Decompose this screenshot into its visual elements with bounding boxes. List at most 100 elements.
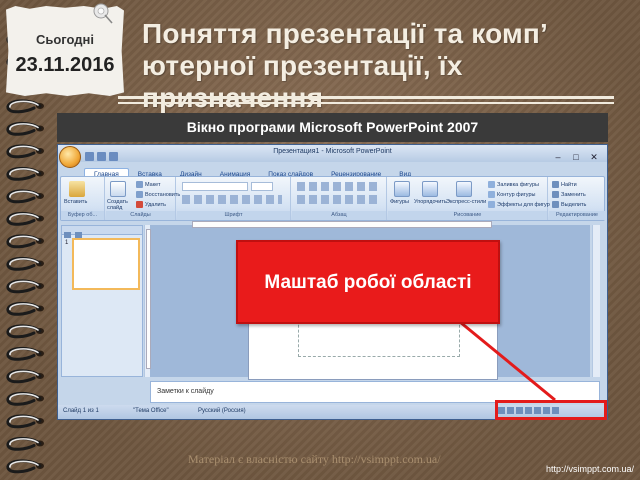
- reset-icon: [136, 191, 143, 198]
- paste-icon: [69, 181, 85, 197]
- font-format-buttons[interactable]: [182, 195, 282, 204]
- binding-ring: [6, 347, 44, 361]
- select-icon: [552, 201, 559, 208]
- thumbnail-number: 1: [65, 240, 69, 246]
- status-theme: "Тема Office": [133, 408, 169, 414]
- binding-ring: [6, 437, 44, 451]
- shapes-icon: [394, 181, 410, 197]
- shape-effects-label: Эффекты для фигур: [497, 201, 550, 208]
- font-name-combo[interactable]: [182, 182, 248, 191]
- select-label: Выделить: [561, 201, 587, 208]
- shape-fill-button[interactable]: Заливка фигуры: [488, 181, 539, 188]
- slides-tab-icon[interactable]: [64, 232, 71, 238]
- status-language: Русский (Россия): [198, 408, 246, 414]
- binding-ring: [6, 302, 44, 316]
- find-button[interactable]: Найти: [552, 181, 577, 188]
- binding-ring: [6, 459, 44, 474]
- binding-ring: [6, 99, 44, 114]
- ribbon-group-drawing: Фигуры Упорядочить Экспресс-стили Заливк…: [388, 177, 550, 220]
- horizontal-ruler: [192, 221, 492, 228]
- title-underline: [118, 96, 614, 99]
- group-label: Шрифт: [177, 211, 290, 220]
- footer-url[interactable]: http://vsimppt.com.ua/: [546, 464, 634, 474]
- ribbon-group-font: Шрифт: [177, 177, 291, 220]
- title-line-2: ютерної презентації, їх: [142, 50, 463, 81]
- replace-button[interactable]: Заменить: [552, 191, 586, 198]
- paragraph-buttons-row1[interactable]: [297, 182, 381, 191]
- work-area-scrollbar[interactable]: [592, 225, 600, 377]
- slide-title: Поняття презентації та комп’ ютерної пре…: [142, 18, 612, 114]
- reset-button[interactable]: Восстановить: [136, 191, 180, 198]
- shape-outline-button[interactable]: Контур фигуры: [488, 191, 535, 198]
- quick-styles-icon: [456, 181, 472, 197]
- group-label: Редактирование: [549, 211, 605, 220]
- ribbon-group-clipboard: Вставить Буфер об...: [61, 177, 105, 220]
- shape-fill-label: Заливка фигуры: [497, 181, 540, 188]
- date-label: Сьогодні: [35, 32, 95, 47]
- status-slide-count: Слайд 1 из 1: [63, 408, 99, 414]
- callout-text: Маштаб робої області: [264, 272, 472, 293]
- quick-styles-button[interactable]: Экспресс-стили: [446, 199, 486, 205]
- group-label: Буфер об...: [61, 211, 104, 220]
- group-label: Рисование: [388, 211, 547, 220]
- caption-bar: Вікно програми Microsoft PowerPoint 2007: [57, 113, 608, 142]
- thumbnail-pane-tabs[interactable]: [62, 226, 142, 238]
- binding-ring: [6, 257, 44, 271]
- binding-ring: [6, 212, 44, 226]
- pushpin-icon: [93, 3, 113, 24]
- arrange-icon: [422, 181, 438, 197]
- callout-box: Маштаб робої області: [236, 240, 500, 324]
- office-button[interactable]: [59, 146, 81, 168]
- find-icon: [552, 181, 559, 188]
- binding-ring: [6, 414, 44, 429]
- vertical-ruler: [146, 229, 151, 369]
- reset-label: Восстановить: [145, 191, 181, 198]
- ribbon-group-slides: Создать слайд Макет Восстановить Удалить…: [106, 177, 180, 220]
- paste-button[interactable]: Вставить: [64, 199, 87, 205]
- group-label: Абзац: [292, 211, 386, 220]
- binding-ring: [6, 392, 44, 406]
- delete-icon: [136, 201, 143, 208]
- binding-ring: [6, 189, 44, 204]
- binding-ring: [6, 122, 44, 136]
- select-button[interactable]: Выделить: [552, 201, 586, 208]
- replace-label: Заменить: [561, 191, 586, 198]
- fill-icon: [488, 181, 495, 188]
- paragraph-buttons-row2[interactable]: [297, 195, 381, 204]
- binding-ring: [6, 369, 44, 384]
- replace-icon: [552, 191, 559, 198]
- group-label: Слайды: [106, 211, 175, 220]
- ribbon-tabs: Главная Вставка Дизайн Анимация Показ слайдо…: [84, 163, 420, 181]
- window-titlebar: Презентация1 - Microsoft PowerPoint – □ ✕: [58, 145, 607, 162]
- minimize-button[interactable]: –: [549, 151, 567, 163]
- binding-ring: [6, 144, 44, 159]
- delete-button[interactable]: Удалить: [136, 201, 166, 208]
- layout-button[interactable]: Макет: [136, 181, 161, 188]
- title-line-1: Поняття презентації та комп’: [142, 18, 549, 49]
- footer-source: Матеріал є власністю сайту http://vsimpp…: [188, 452, 441, 466]
- shape-effects-button[interactable]: Эффекты для фигур: [488, 201, 550, 208]
- shape-outline-label: Контур фигуры: [497, 191, 536, 198]
- font-size-combo[interactable]: [251, 182, 273, 191]
- delete-label: Удалить: [145, 201, 166, 208]
- maximize-button[interactable]: □: [567, 151, 585, 163]
- ribbon: Вставить Буфер об... Создать слайд Макет…: [60, 176, 605, 221]
- binding-ring: [6, 279, 44, 294]
- binding-ring: [6, 324, 44, 339]
- binding-ring: [6, 234, 44, 249]
- arrange-button[interactable]: Упорядочить: [414, 199, 447, 205]
- outline-icon: [488, 191, 495, 198]
- shapes-button[interactable]: Фигуры: [390, 199, 409, 205]
- layout-label: Макет: [145, 181, 161, 188]
- zoom-highlight-frame: [495, 400, 607, 420]
- layout-icon: [136, 181, 143, 188]
- ribbon-group-paragraph: Абзац: [292, 177, 387, 220]
- ribbon-group-editing: Найти Заменить Выделить Редактирование: [549, 177, 605, 220]
- new-slide-button[interactable]: Создать слайд: [107, 199, 133, 211]
- find-label: Найти: [561, 181, 577, 188]
- new-slide-icon: [110, 181, 126, 197]
- slide-thumbnail[interactable]: [72, 238, 140, 290]
- close-button[interactable]: ✕: [585, 151, 603, 163]
- effects-icon: [488, 201, 495, 208]
- title-underline-thin: [118, 102, 614, 104]
